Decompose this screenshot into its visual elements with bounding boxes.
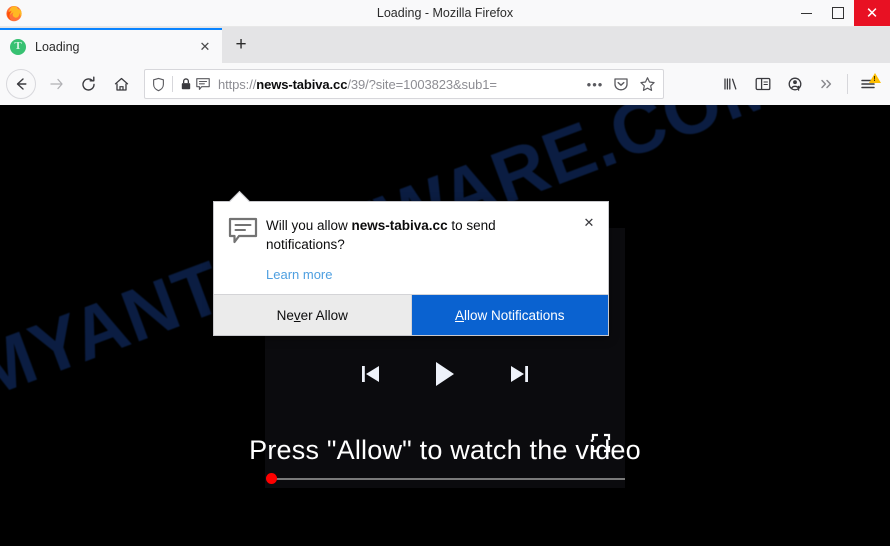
allow-post: llow Notifications xyxy=(463,307,565,323)
title-bar: Loading - Mozilla Firefox ✕ xyxy=(0,0,890,27)
maximize-icon xyxy=(832,7,844,19)
back-arrow-icon xyxy=(16,78,27,90)
identity-box[interactable] xyxy=(149,76,213,92)
sidebar-button[interactable] xyxy=(747,69,779,99)
headline-text: Press "Allow" to watch the video xyxy=(249,435,641,465)
notification-permission-popup: Will you allow news-tabiva.cc to send no… xyxy=(213,190,609,337)
popup-body: Will you allow news-tabiva.cc to send no… xyxy=(214,202,608,294)
toolbar-right-buttons xyxy=(715,69,884,99)
play-icon[interactable] xyxy=(429,358,461,390)
learn-more-link[interactable]: Learn more xyxy=(266,267,332,282)
identity-divider xyxy=(172,76,173,92)
home-button[interactable] xyxy=(105,69,138,99)
allow-accesskey: A xyxy=(454,307,464,323)
reload-button[interactable] xyxy=(72,69,105,99)
url-scheme: https:// xyxy=(218,76,257,92)
progress-handle-icon[interactable] xyxy=(266,473,277,484)
never-allow-accesskey: v xyxy=(293,307,301,323)
question-prefix: Will you allow xyxy=(266,218,352,233)
url-host: news-tabiva.cc xyxy=(256,76,348,92)
url-path: /39/?site=1003823&sub1= xyxy=(347,76,497,92)
url-actions: ••• xyxy=(583,72,659,96)
player-controls xyxy=(265,358,625,390)
navigation-toolbar: https://news-tabiva.cc/39/?site=1003823&… xyxy=(0,63,890,105)
popup-main: Will you allow news-tabiva.cc to send no… xyxy=(260,216,596,284)
toolbar-divider xyxy=(847,74,848,94)
overflow-chevrons-icon xyxy=(821,79,832,89)
bookmark-star-icon xyxy=(639,76,655,91)
minimize-button[interactable] xyxy=(790,0,822,26)
pocket-icon xyxy=(614,78,628,91)
loading-favicon-icon: T xyxy=(10,38,26,55)
back-button[interactable] xyxy=(6,69,36,99)
reload-icon xyxy=(82,76,95,91)
never-allow-pre: Ne xyxy=(276,307,294,323)
window-title: Loading - Mozilla Firefox xyxy=(376,6,514,20)
warning-triangle-icon xyxy=(869,73,881,83)
permission-question: Will you allow news-tabiva.cc to send no… xyxy=(266,216,570,254)
firefox-logo-icon xyxy=(5,4,23,22)
sidebar-icon xyxy=(755,77,771,91)
url-text[interactable]: https://news-tabiva.cc/39/?site=1003823&… xyxy=(218,77,583,92)
window-controls: ✕ xyxy=(790,0,890,26)
close-window-button[interactable]: ✕ xyxy=(854,0,890,26)
tab-close-icon[interactable]: ✕ xyxy=(194,36,216,58)
tab-title: Loading xyxy=(35,39,80,54)
forward-arrow-icon xyxy=(49,78,63,90)
hamburger-menu-button[interactable] xyxy=(852,69,884,99)
tab-loading[interactable]: T Loading ✕ xyxy=(0,28,222,63)
popup-close-icon[interactable]: ✕ xyxy=(580,214,598,232)
page-actions-ellipsis-icon[interactable]: ••• xyxy=(583,72,607,96)
home-icon xyxy=(114,77,129,91)
padlock-icon xyxy=(181,78,191,90)
url-bar[interactable]: https://news-tabiva.cc/39/?site=1003823&… xyxy=(144,69,664,99)
firefox-window: Loading - Mozilla Firefox ✕ T Loading ✕ … xyxy=(0,0,890,546)
question-host: news-tabiva.cc xyxy=(351,218,448,233)
overflow-button[interactable] xyxy=(811,69,843,99)
never-allow-button[interactable]: Ne v er Allow xyxy=(214,295,412,336)
close-icon: ✕ xyxy=(865,4,879,22)
maximize-button[interactable] xyxy=(822,0,854,26)
tab-strip: T Loading ✕ + xyxy=(0,27,890,63)
progress-track[interactable] xyxy=(271,478,625,480)
page-content: MYANTISPYWARE.COM xyxy=(0,105,890,546)
never-allow-post: er Allow xyxy=(300,307,348,323)
library-icon xyxy=(724,78,737,90)
tracking-protection-shield-icon xyxy=(153,77,164,91)
notification-bubble-icon xyxy=(228,217,260,284)
account-icon xyxy=(788,77,802,91)
forward-button[interactable] xyxy=(39,69,72,99)
new-tab-icon[interactable]: + xyxy=(224,28,258,62)
allow-notifications-button[interactable]: Allow Notifications xyxy=(411,295,608,336)
account-button[interactable] xyxy=(779,69,811,99)
skip-previous-icon[interactable] xyxy=(358,361,384,387)
bookmark-button[interactable] xyxy=(635,72,659,96)
library-button[interactable] xyxy=(715,69,747,99)
minimize-icon xyxy=(800,12,812,14)
notification-bubble-icon xyxy=(196,78,210,90)
progress-bar[interactable] xyxy=(265,471,625,485)
pocket-button[interactable] xyxy=(609,72,633,96)
popup-buttons: Ne v er Allow Allow Notifications xyxy=(214,294,608,336)
skip-next-icon[interactable] xyxy=(506,361,532,387)
